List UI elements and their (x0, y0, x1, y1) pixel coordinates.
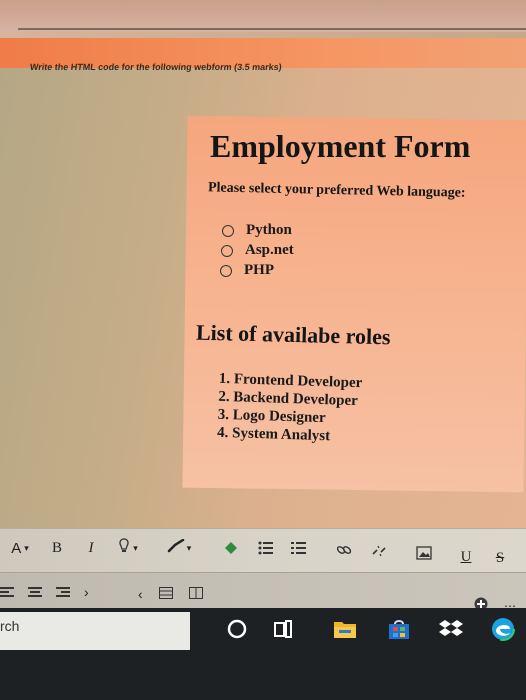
table-icon (188, 586, 203, 603)
align-left-icon (0, 584, 14, 601)
radio-label: Python (246, 222, 292, 238)
file-explorer-button[interactable] (330, 616, 360, 646)
store-button[interactable] (384, 616, 414, 646)
highlight-button[interactable]: ▾ (110, 536, 146, 560)
highlight-icon (118, 538, 130, 558)
insert-media-button[interactable] (220, 538, 242, 562)
unlink-button[interactable] (368, 541, 390, 565)
bulleted-list-button[interactable] (255, 538, 277, 562)
task-view-button[interactable] (268, 616, 298, 646)
brush-button[interactable]: ▾ (160, 536, 198, 560)
radio-label: Asp.net (245, 242, 294, 258)
radio-option-python: Python (222, 222, 292, 239)
form-title: Employment Form (210, 128, 471, 164)
align-center-icon (28, 584, 42, 601)
cortana-button[interactable] (222, 616, 252, 646)
radio-circle-icon (220, 264, 232, 277)
numbered-list-button[interactable] (288, 538, 310, 562)
leaf-icon (224, 541, 238, 559)
unlink-icon (371, 544, 387, 562)
store-icon (388, 618, 410, 645)
table-icon (158, 586, 173, 603)
numbered-list-icon (291, 541, 307, 559)
font-color-button[interactable]: A ▾ (2, 536, 38, 560)
formatting-buttons[interactable]: ‹ (138, 582, 258, 606)
radio-circle-icon (221, 244, 233, 257)
align-right-icon (56, 584, 70, 601)
divider (18, 28, 526, 30)
link-button[interactable] (333, 540, 355, 564)
task-view-icon (272, 618, 294, 645)
radio-circle-icon (222, 224, 234, 237)
image-icon (416, 546, 432, 564)
chevron-down-icon: ▾ (24, 542, 29, 553)
chevron-down-icon: ▾ (133, 542, 138, 553)
radio-option-aspnet: Asp.net (221, 242, 294, 259)
brush-icon (167, 538, 185, 557)
dropbox-button[interactable] (436, 616, 466, 646)
search-text: rch (0, 618, 20, 634)
italic-button[interactable]: I (80, 536, 102, 560)
bold-button[interactable]: B (46, 536, 68, 560)
dropbox-icon (439, 618, 463, 645)
strikethrough-button[interactable]: S (490, 546, 510, 570)
edge-icon (491, 616, 515, 646)
cortana-icon (226, 618, 248, 645)
photo-of-screen: Write the HTML code for the following we… (0, 0, 526, 700)
radio-label: PHP (244, 262, 274, 278)
chevron-down-icon: ▾ (186, 542, 192, 553)
roles-heading: List of availabe roles (195, 319, 391, 350)
radio-option-php: PHP (220, 262, 274, 279)
question-text: Write the HTML code for the following we… (29, 62, 283, 72)
edge-button[interactable] (488, 616, 518, 646)
bulleted-list-icon (258, 541, 274, 559)
outdent-icon: ‹ (138, 586, 143, 602)
underline-button[interactable]: U (456, 545, 476, 569)
file-explorer-icon (333, 618, 357, 645)
insert-image-button[interactable] (413, 543, 435, 567)
link-icon (336, 543, 352, 561)
taskbar-search-box[interactable]: rch (0, 612, 190, 650)
roles-list: 1. Frontend Developer 2. Backend Develop… (217, 370, 363, 446)
indent-icon: › (84, 584, 89, 600)
alignment-buttons[interactable]: › (0, 580, 120, 604)
font-color-icon: A (11, 539, 22, 557)
